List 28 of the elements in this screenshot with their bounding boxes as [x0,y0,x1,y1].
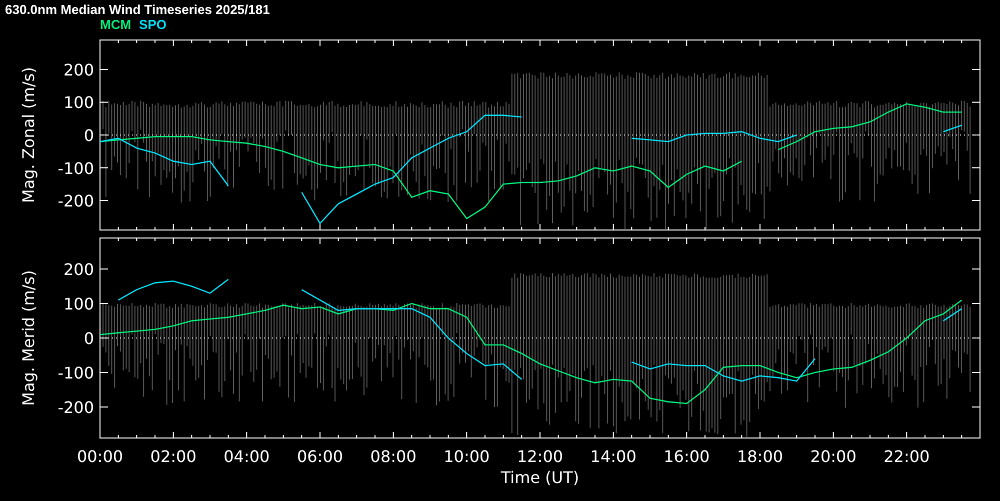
x-tick-label: 00:00 [76,447,124,466]
legend-label: SPO [139,17,167,32]
x-tick-label: 18:00 [736,447,784,466]
y-tick-label: 200 [63,60,94,80]
y-tick-label: -100 [58,363,94,382]
x-tick-label: 06:00 [296,447,344,466]
x-axis-label: Time (UT) [500,468,580,487]
y-tick-label: 100 [63,93,94,112]
y-axis-label: Mag. Merid (m/s) [19,270,38,406]
y-tick-label: 200 [63,260,94,280]
x-tick-label: 04:00 [224,447,270,466]
x-tick-label: 22:00 [884,447,930,466]
y-tick-label: -100 [58,158,94,178]
x-tick-label: 16:00 [664,447,710,466]
y-axis-label: Mag. Zonal (m/s) [19,67,38,203]
y-tick-label: 0 [84,126,94,145]
x-tick-label: 08:00 [370,447,416,466]
x-tick-label: 10:00 [444,447,490,466]
chart-title: 630.0nm Median Wind Timeseries 2025/181 [5,1,271,17]
x-tick-label: 12:00 [516,447,564,466]
legend-label: MCM [100,17,132,32]
x-tick-label: 02:00 [150,447,196,466]
x-tick-label: 20:00 [810,447,856,466]
y-tick-label: 100 [63,294,94,314]
x-tick-label: 14:00 [590,447,636,466]
y-tick-label: 0 [84,329,94,348]
y-tick-label: -200 [58,192,94,211]
y-tick-label: -200 [58,398,94,417]
